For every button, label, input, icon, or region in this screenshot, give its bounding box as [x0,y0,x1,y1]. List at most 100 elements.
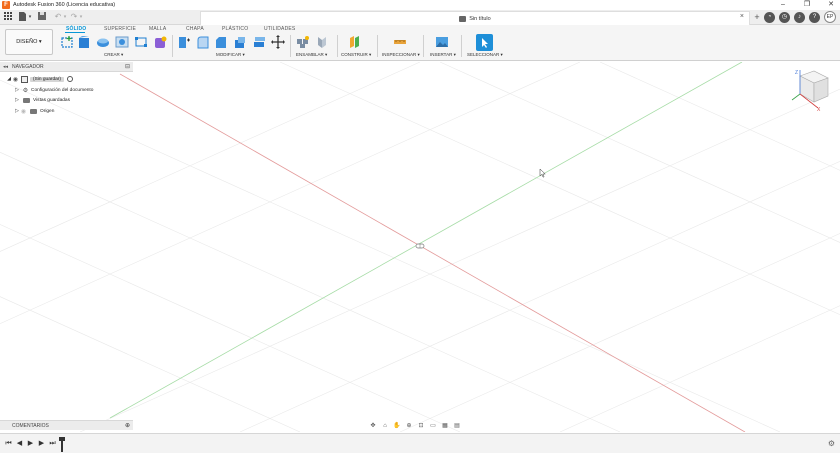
notifications-icon[interactable]: ♪ [794,11,805,23]
x-axis-line [119,73,746,433]
pan-icon[interactable]: ✋ [392,422,402,430]
fusion-360-window: F Autodesk Fusion 360 (Licencia educativ… [0,0,840,453]
look-at-icon[interactable]: ⌂ [380,422,390,430]
navigation-bar: ✥ ⌂ ✋ ⊕ ⊡ ▭ ▦ ▤ [368,421,472,431]
tree-item-saved-views[interactable]: ▷ Vistas guardadas [14,95,70,105]
insert-image-icon[interactable] [435,35,449,49]
ribbon-separator [423,35,424,57]
shell-icon[interactable] [233,35,247,49]
viewcube-icon[interactable]: Z X [788,66,834,112]
combine-icon[interactable] [252,35,266,49]
insert-menu[interactable]: INSERTAR ▾ [430,52,456,58]
play-icon[interactable]: ▶ [26,439,35,448]
visibility-eye-icon[interactable]: ◉ [12,76,19,83]
add-comment-icon[interactable]: ⊕ [125,422,130,429]
comments-title: COMENTARIOS [12,422,49,429]
loft-icon[interactable] [134,35,148,49]
collapse-browser-icon[interactable]: ◂◂ [3,64,8,70]
viewport-grid [0,61,840,433]
workspace-switcher[interactable]: DISEÑO ▾ [5,29,53,55]
tab-mesh[interactable]: MALLA [149,26,166,32]
inspect-menu[interactable]: INSPECCIONAR ▾ [382,52,420,58]
tree-item-origin[interactable]: ▷ ◉ Origen [14,106,54,116]
title-bar: F Autodesk Fusion 360 (Licencia educativ… [0,0,840,10]
tree-item-label: (Sin guardar) [30,76,64,82]
data-panel-grid-icon[interactable] [3,12,13,22]
timeline-marker[interactable] [59,437,65,452]
extrude-icon[interactable] [77,35,91,49]
timeline-settings-gear-icon[interactable]: ⚙ [828,439,835,448]
folder-icon [23,97,30,103]
browser-pin-icon[interactable]: ⊟ [125,63,130,70]
appbar-right-icons: ◔ ◷ ♪ ? EP [764,11,836,23]
modify-menu[interactable]: MODIFICAR ▾ [216,52,245,58]
maximize-button[interactable]: ❐ [802,0,812,10]
job-status-icon[interactable]: ◷ [779,11,790,23]
viewports-icon[interactable]: ▤ [452,422,462,430]
joint-icon[interactable] [315,35,329,49]
measure-icon[interactable] [393,35,407,49]
chamfer-icon[interactable] [214,35,228,49]
form-icon[interactable] [153,35,167,49]
redo-chevron-icon[interactable]: ▾ [76,12,86,22]
origin-icon[interactable] [415,243,425,249]
display-settings-icon[interactable]: ▭ [428,422,438,430]
help-icon[interactable]: ? [809,11,820,23]
select-menu[interactable]: SELECCIONAR ▾ [467,52,503,58]
offset-plane-icon[interactable] [348,35,362,49]
assemble-menu[interactable]: ENSAMBLAR ▾ [296,52,327,58]
activate-radio-icon[interactable] [67,76,73,82]
active-tab-indicator [65,32,85,33]
create-menu[interactable]: CREAR ▾ [104,52,123,58]
save-icon[interactable] [37,12,47,22]
new-component-icon[interactable] [296,35,310,49]
tab-plastic[interactable]: PLÁSTICO [222,26,248,32]
tab-sheet-metal[interactable]: CHAPA [186,26,204,32]
grid-settings-icon[interactable]: ▦ [440,422,450,430]
tree-item-label: Configuración del documento [31,87,94,93]
press-pull-icon[interactable] [177,35,191,49]
revolve-icon[interactable] [96,35,110,49]
go-to-end-icon[interactable]: ⏭ [48,439,57,448]
window-title: Autodesk Fusion 360 (Licencia educativa) [13,2,116,8]
comments-panel[interactable]: COMENTARIOS ⊕ [0,420,133,430]
document-tab-title: Sin título [469,15,491,22]
expand-arrow-icon[interactable]: ▷ [14,97,20,103]
visibility-eye-icon[interactable]: ◉ [20,108,27,115]
tab-utilities[interactable]: UTILIDADES [264,26,295,32]
zoom-window-icon[interactable]: ⊡ [416,422,426,430]
move-copy-icon[interactable] [271,35,285,49]
expand-arrow-icon[interactable]: ▷ [14,87,20,93]
tree-item-root[interactable]: ◢ ◉ (Sin guardar) [6,74,73,84]
step-back-icon[interactable]: ◀ [15,439,24,448]
tree-item-label: Origen [40,108,55,114]
y-axis-line [109,61,743,419]
user-avatar[interactable]: EP [824,11,836,23]
sweep-icon[interactable] [115,35,129,49]
tree-item-document-settings[interactable]: ▷ ⚙ Configuración del documento [14,85,93,95]
gear-icon: ⚙ [22,87,29,94]
minimize-button[interactable]: – [778,0,788,10]
timeline: ⏮ ◀ ▶ ▶ ⏭ ⚙ [0,433,840,453]
step-forward-icon[interactable]: ▶ [37,439,46,448]
3d-viewport[interactable] [0,61,840,433]
construct-menu[interactable]: CONSTRUIR ▾ [341,52,371,58]
close-window-button[interactable]: ✕ [826,0,836,10]
viewcube-z-label: Z [795,70,798,76]
extensions-icon[interactable]: ◔ [764,11,775,23]
select-icon[interactable] [476,34,493,51]
document-tab[interactable]: Sin título × [200,11,750,25]
browser-header[interactable]: ◂◂ NAVEGADOR ⊟ [0,62,133,72]
new-tab-button[interactable]: + [752,12,762,22]
create-sketch-icon[interactable] [60,35,74,49]
ribbon-separator [461,35,462,57]
toolbar-ribbon: DISEÑO ▾ SÓLIDO SUPERFICIE MALLA CHAPA P… [0,25,840,61]
zoom-icon[interactable]: ⊕ [404,422,414,430]
go-to-start-icon[interactable]: ⏮ [4,439,13,448]
close-tab-icon[interactable]: × [740,13,744,20]
orbit-icon[interactable]: ✥ [368,422,378,430]
fillet-icon[interactable] [196,35,210,49]
mouse-cursor-icon [539,168,546,178]
tab-surface[interactable]: SUPERFICIE [104,26,136,32]
file-menu-chevron-icon[interactable]: ▾ [25,12,35,22]
